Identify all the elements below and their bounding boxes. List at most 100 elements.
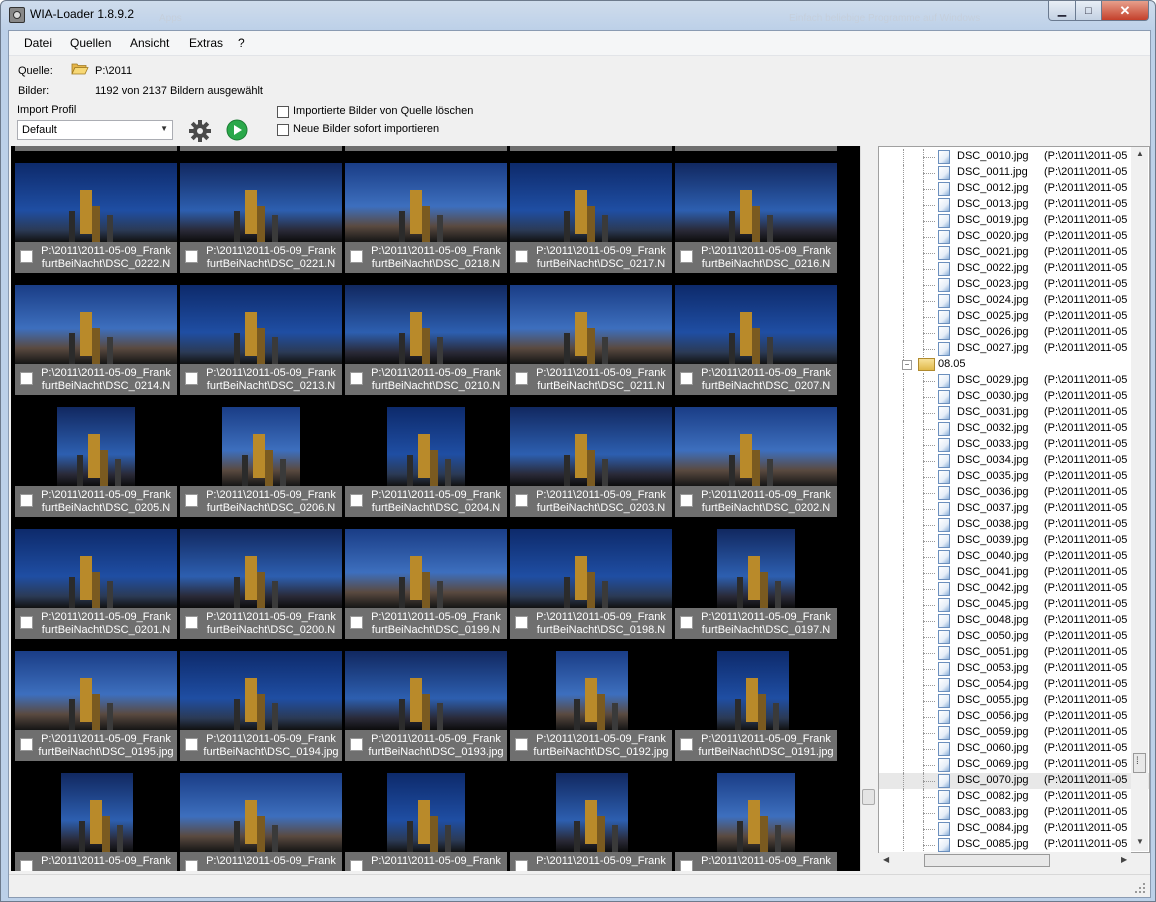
gallery-scroll-thumb[interactable] — [862, 789, 875, 805]
thumbnail-item[interactable]: P:\2011\2011-05-09_Frank furtBeiNacht\DSC… — [180, 529, 342, 641]
thumbnail-item[interactable]: P:\2011\2011-05-09_Frank furtBeiNacht\DSC… — [345, 529, 507, 641]
profile-select[interactable]: Default ▼ — [17, 120, 173, 140]
tree-file-item[interactable]: DSC_0010.jpg (P:\2011\2011-05 — [879, 149, 1149, 165]
thumbnail-item[interactable]: P:\2011\2011-05-09_Frank furtBeiNacht\DSC… — [180, 407, 342, 519]
thumbnail-item[interactable]: P:\2011\2011-05-09_Frank furtBeiNacht\DSC… — [675, 163, 837, 275]
thumbnail-checkbox[interactable] — [680, 616, 693, 629]
thumbnail-item[interactable]: P:\2011\2011-05-09_Frank — [15, 773, 177, 871]
thumbnail-checkbox[interactable] — [680, 372, 693, 385]
tree-file-item[interactable]: DSC_0038.jpg (P:\2011\2011-05 — [879, 517, 1149, 533]
thumbnail-item[interactable]: P:\2011\2011-05-09_Frank furtBeiNacht\DSC… — [15, 163, 177, 275]
menu-quellen[interactable]: Quellen — [70, 36, 111, 50]
thumbnail-checkbox[interactable] — [350, 372, 363, 385]
thumbnail-item[interactable]: P:\2011\2011-05-09_Frank furtBeiNacht\DSC… — [15, 285, 177, 397]
tree-file-item[interactable]: DSC_0083.jpg (P:\2011\2011-05 — [879, 805, 1149, 821]
collapse-icon[interactable]: − — [902, 360, 912, 370]
tree-file-item[interactable]: DSC_0011.jpg (P:\2011\2011-05 — [879, 165, 1149, 181]
tree-file-item[interactable]: DSC_0023.jpg (P:\2011\2011-05 — [879, 277, 1149, 293]
thumbnail-checkbox[interactable] — [185, 250, 198, 263]
thumbnail-checkbox[interactable] — [350, 250, 363, 263]
tree-file-item[interactable]: DSC_0022.jpg (P:\2011\2011-05 — [879, 261, 1149, 277]
thumbnail-checkbox[interactable] — [20, 738, 33, 751]
thumbnail-checkbox[interactable] — [20, 372, 33, 385]
tree-horizontal-scrollbar[interactable]: ◀ ▶ — [879, 852, 1131, 869]
thumbnail-item[interactable]: P:\2011\2011-05-09_Frank — [510, 773, 672, 871]
thumbnail-item[interactable]: P:\2011\2011-05-09_Frank furtBeiNacht\DSC… — [675, 651, 837, 763]
thumbnail-item[interactable]: P:\2011\2011-05-09_Frank furtBeiNacht\DSC… — [345, 407, 507, 519]
tree-file-item[interactable]: DSC_0019.jpg (P:\2011\2011-05 — [879, 213, 1149, 229]
tree-file-item[interactable]: DSC_0070.jpg (P:\2011\2011-05 — [879, 773, 1149, 789]
tree-file-item[interactable]: DSC_0027.jpg (P:\2011\2011-05 — [879, 341, 1149, 357]
thumbnail-checkbox[interactable] — [350, 860, 363, 871]
thumbnail-item[interactable]: P:\2011\2011-05-09_Frank furtBeiNacht\DSC… — [510, 163, 672, 275]
tree-vertical-scrollbar[interactable]: ▲ ⁞ ▼ — [1131, 147, 1148, 851]
tree-file-item[interactable]: DSC_0055.jpg (P:\2011\2011-05 — [879, 693, 1149, 709]
tree-horizontal-thumb[interactable] — [924, 854, 1050, 867]
thumbnail-gallery[interactable]: P:\2011\2011-05-09_Frank furtBeiNacht\DSC… — [11, 146, 860, 871]
tree-folder-item[interactable]: − 08.05 — [879, 357, 1149, 373]
thumbnail-checkbox[interactable] — [350, 616, 363, 629]
thumbnail-checkbox[interactable] — [185, 616, 198, 629]
maximize-button[interactable]: □ — [1075, 1, 1102, 21]
tree-file-item[interactable]: DSC_0032.jpg (P:\2011\2011-05 — [879, 421, 1149, 437]
close-button[interactable]: ✕ — [1101, 1, 1149, 21]
tree-file-item[interactable]: DSC_0085.jpg (P:\2011\2011-05 — [879, 837, 1149, 852]
thumbnail-checkbox[interactable] — [680, 738, 693, 751]
tree-file-item[interactable]: DSC_0024.jpg (P:\2011\2011-05 — [879, 293, 1149, 309]
tree-file-item[interactable]: DSC_0033.jpg (P:\2011\2011-05 — [879, 437, 1149, 453]
thumbnail-checkbox[interactable] — [20, 616, 33, 629]
thumbnail-checkbox[interactable] — [185, 372, 198, 385]
thumbnail-checkbox[interactable] — [350, 738, 363, 751]
tree-file-item[interactable]: DSC_0054.jpg (P:\2011\2011-05 — [879, 677, 1149, 693]
thumbnail-item[interactable]: P:\2011\2011-05-09_Frank furtBeiNacht\DSC… — [345, 651, 507, 763]
thumbnail-checkbox[interactable] — [515, 372, 528, 385]
tree-file-item[interactable]: DSC_0025.jpg (P:\2011\2011-05 — [879, 309, 1149, 325]
tree-file-item[interactable]: DSC_0059.jpg (P:\2011\2011-05 — [879, 725, 1149, 741]
thumbnail-checkbox[interactable] — [515, 494, 528, 507]
scroll-left-arrow-icon[interactable]: ◀ — [883, 855, 889, 864]
tree-file-item[interactable]: DSC_0060.jpg (P:\2011\2011-05 — [879, 741, 1149, 757]
resize-grip-icon[interactable] — [1135, 883, 1146, 894]
tree-file-item[interactable]: DSC_0030.jpg (P:\2011\2011-05 — [879, 389, 1149, 405]
thumbnail-item[interactable]: P:\2011\2011-05-09_Frank — [180, 773, 342, 871]
scroll-up-arrow-icon[interactable]: ▲ — [1136, 149, 1144, 158]
thumbnail-item[interactable]: P:\2011\2011-05-09_Frank furtBeiNacht\DSC… — [15, 407, 177, 519]
app-camera-icon[interactable] — [9, 7, 25, 23]
thumbnail-item[interactable]: P:\2011\2011-05-09_Frank furtBeiNacht\DSC… — [345, 163, 507, 275]
tree-file-item[interactable]: DSC_0031.jpg (P:\2011\2011-05 — [879, 405, 1149, 421]
thumbnail-item[interactable]: P:\2011\2011-05-09_Frank — [345, 773, 507, 871]
thumbnail-checkbox[interactable] — [350, 494, 363, 507]
thumbnail-item[interactable]: P:\2011\2011-05-09_Frank furtBeiNacht\DSC… — [180, 651, 342, 763]
title-bar[interactable]: WIA-Loader 1.8.9.2 Apps Einfach beliebig… — [1, 1, 1155, 29]
gallery-scrollbar[interactable] — [860, 146, 877, 871]
thumbnail-item[interactable]: P:\2011\2011-05-09_Frank furtBeiNacht\DSC… — [180, 163, 342, 275]
thumbnail-item[interactable]: P:\2011\2011-05-09_Frank furtBeiNacht\DSC… — [15, 529, 177, 641]
menu-extras[interactable]: Extras — [189, 36, 223, 50]
tree-file-item[interactable]: DSC_0021.jpg (P:\2011\2011-05 — [879, 245, 1149, 261]
folder-open-icon[interactable] — [71, 62, 89, 75]
thumbnail-checkbox[interactable] — [515, 250, 528, 263]
menu-ansicht[interactable]: Ansicht — [130, 36, 169, 50]
thumbnail-checkbox[interactable] — [20, 250, 33, 263]
tree-file-item[interactable]: DSC_0051.jpg (P:\2011\2011-05 — [879, 645, 1149, 661]
thumbnail-item[interactable]: P:\2011\2011-05-09_Frank furtBeiNacht\DSC… — [510, 651, 672, 763]
thumbnail-item[interactable]: P:\2011\2011-05-09_Frank furtBeiNacht\DSC… — [15, 651, 177, 763]
menu-datei[interactable]: Datei — [24, 36, 52, 50]
thumbnail-item[interactable]: P:\2011\2011-05-09_Frank furtBeiNacht\DSC… — [510, 285, 672, 397]
thumbnail-item[interactable]: P:\2011\2011-05-09_Frank furtBeiNacht\DSC… — [180, 285, 342, 397]
menu-help[interactable]: ? — [238, 36, 245, 50]
minimize-button[interactable]: ▁ — [1048, 1, 1076, 21]
tree-file-item[interactable]: DSC_0026.jpg (P:\2011\2011-05 — [879, 325, 1149, 341]
tree-file-item[interactable]: DSC_0037.jpg (P:\2011\2011-05 — [879, 501, 1149, 517]
thumbnail-checkbox[interactable] — [185, 860, 198, 871]
tree-file-item[interactable]: DSC_0042.jpg (P:\2011\2011-05 — [879, 581, 1149, 597]
thumbnail-item[interactable]: P:\2011\2011-05-09_Frank furtBeiNacht\DSC… — [675, 285, 837, 397]
tree-file-item[interactable]: DSC_0084.jpg (P:\2011\2011-05 — [879, 821, 1149, 837]
tree-file-item[interactable]: DSC_0039.jpg (P:\2011\2011-05 — [879, 533, 1149, 549]
tree-file-item[interactable]: DSC_0045.jpg (P:\2011\2011-05 — [879, 597, 1149, 613]
tree-file-item[interactable]: DSC_0053.jpg (P:\2011\2011-05 — [879, 661, 1149, 677]
thumbnail-checkbox[interactable] — [680, 250, 693, 263]
thumbnail-item[interactable]: P:\2011\2011-05-09_Frank furtBeiNacht\DSC… — [345, 285, 507, 397]
thumbnail-checkbox[interactable] — [515, 738, 528, 751]
scroll-down-arrow-icon[interactable]: ▼ — [1136, 837, 1144, 846]
